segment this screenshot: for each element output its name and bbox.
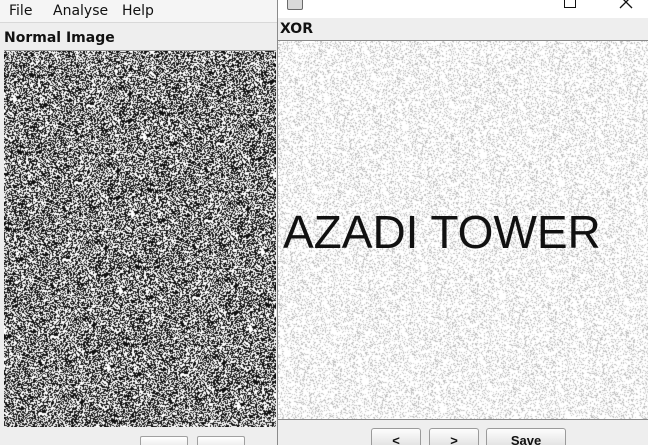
maximize-icon[interactable]	[564, 0, 576, 8]
xor-window: XOR AZADI TOWER < > Save	[277, 0, 648, 445]
previous-button[interactable]: <	[371, 428, 421, 445]
next-button[interactable]: >	[429, 428, 479, 445]
main-window: File Analyse Help Normal Image	[0, 0, 277, 445]
menu-bar: File Analyse Help	[0, 0, 277, 23]
menu-analyse[interactable]: Analyse	[50, 2, 111, 20]
normal-image-panel	[4, 50, 276, 427]
menu-file[interactable]: File	[6, 2, 35, 20]
java-app-icon	[287, 0, 303, 10]
menu-help[interactable]: Help	[119, 2, 157, 20]
close-icon[interactable]	[618, 0, 634, 10]
xor-panel-title: XOR	[280, 21, 313, 37]
xor-image-panel: AZADI TOWER	[278, 40, 648, 420]
save-button[interactable]: Save	[486, 428, 566, 445]
normal-image-canvas	[4, 51, 276, 427]
left-button-2[interactable]	[197, 436, 245, 445]
left-button-1[interactable]	[140, 436, 188, 445]
decoded-text: AZADI TOWER	[283, 206, 601, 258]
normal-image-title: Normal Image	[4, 30, 115, 46]
title-bar	[278, 0, 648, 18]
